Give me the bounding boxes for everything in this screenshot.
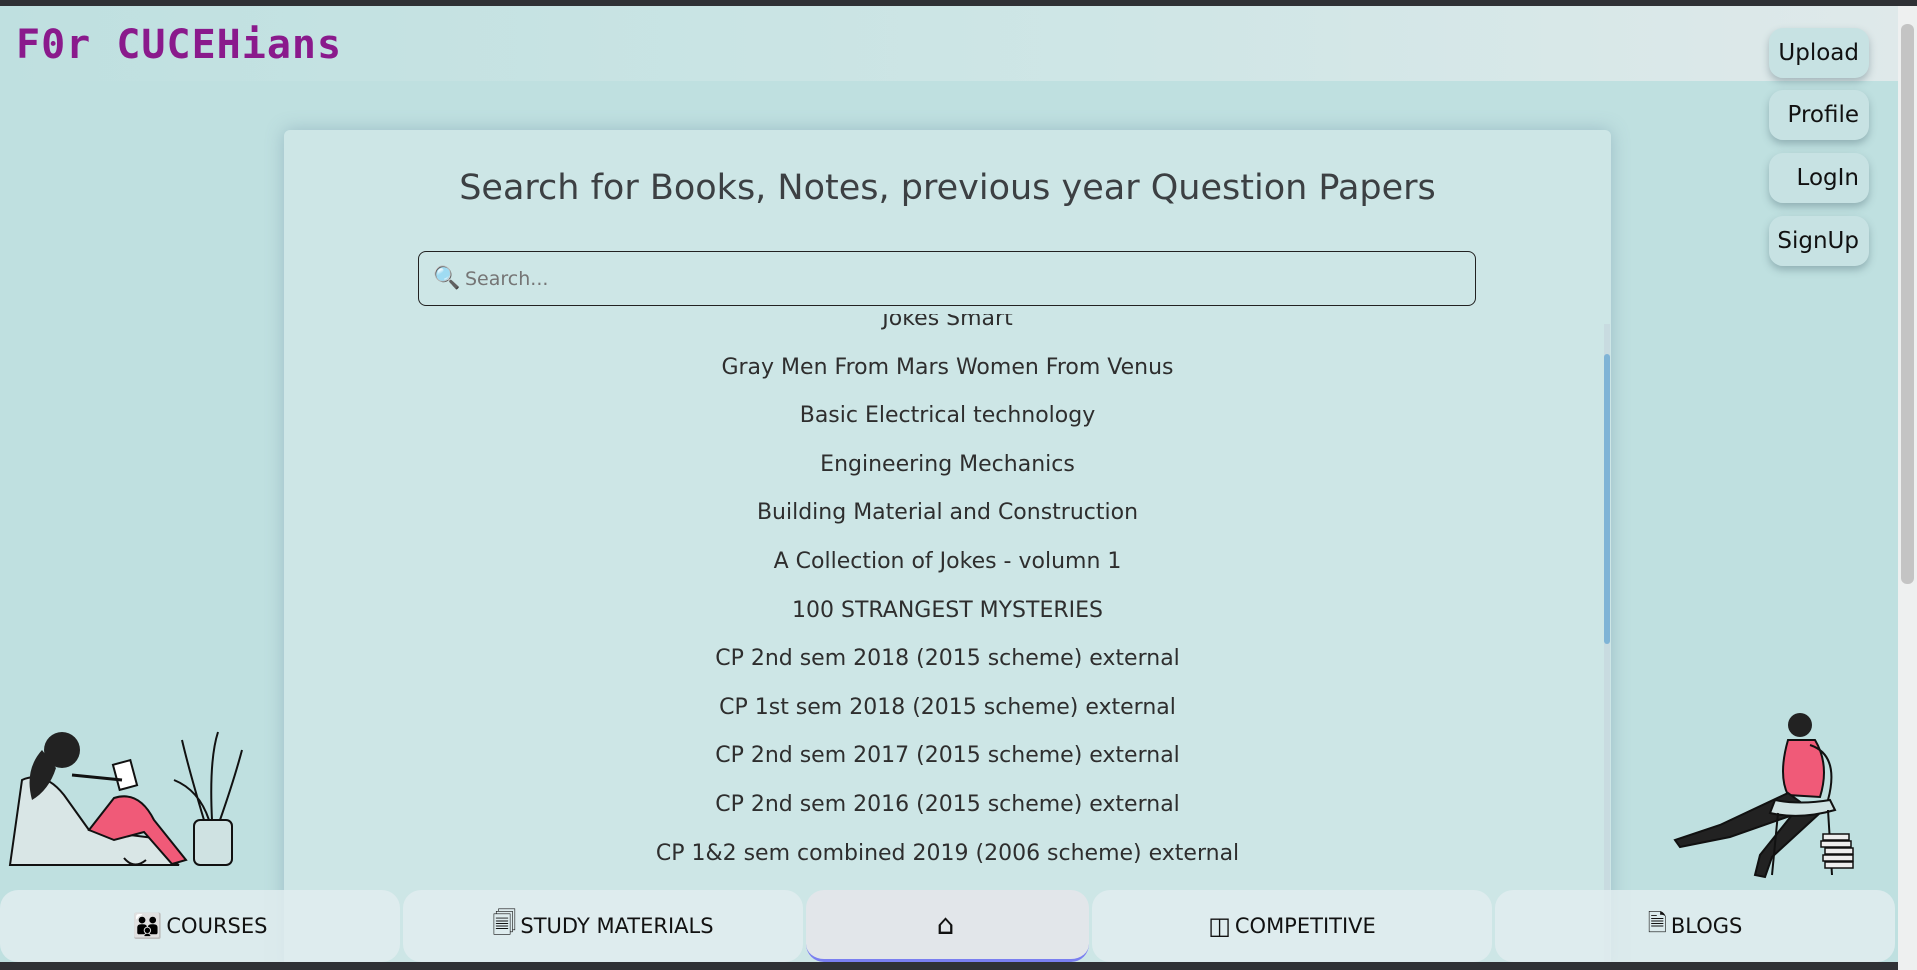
search-box[interactable]: 🔍 xyxy=(418,251,1476,306)
nav-study-materials[interactable]: 🗐 STUDY MATERIALS xyxy=(403,890,803,962)
results-list: Jokes Smart Gray Men From Mars Women Fro… xyxy=(284,314,1611,970)
reading-man-illustration xyxy=(1673,713,1854,879)
bottom-nav: 👪 COURSES 🗐 STUDY MATERIALS ⌂ ◫ COMPETIT… xyxy=(0,890,1898,970)
results-scroll-thumb[interactable] xyxy=(1604,354,1610,644)
upload-button[interactable]: Upload xyxy=(1769,28,1869,78)
list-item[interactable]: Building Material and Construction xyxy=(284,500,1611,525)
list-item[interactable]: Engineering Mechanics xyxy=(284,452,1611,477)
browser-bottom-border xyxy=(0,962,1898,970)
list-item[interactable]: CP 2nd sem 2016 (2015 scheme) external xyxy=(284,792,1611,817)
nav-blogs[interactable]: 🗎 BLOGS xyxy=(1495,890,1895,962)
site-logo[interactable]: F0r CUCEHians xyxy=(16,22,342,68)
signup-button[interactable]: SignUp xyxy=(1769,216,1869,266)
page-scrollbar[interactable] xyxy=(1898,6,1917,970)
search-icon: 🔍 xyxy=(433,266,461,291)
nav-courses-label: COURSES xyxy=(166,914,268,938)
list-item[interactable]: A Collection of Jokes - volumn 1 xyxy=(284,549,1611,574)
teacher-board-icon: 👪 xyxy=(132,912,163,940)
list-item[interactable]: Gray Men From Mars Women From Venus xyxy=(284,355,1611,380)
page-scroll-thumb[interactable] xyxy=(1901,24,1914,584)
nav-competitive-label: COMPETITIVE xyxy=(1234,914,1376,938)
list-item[interactable]: 100 STRANGEST MYSTERIES xyxy=(284,598,1611,623)
list-item[interactable]: CP 1&2 sem combined 2019 (2006 scheme) e… xyxy=(284,841,1611,866)
list-item[interactable]: CP 1st sem 2018 (2015 scheme) external xyxy=(284,695,1611,720)
page-title: Search for Books, Notes, previous year Q… xyxy=(459,168,1436,208)
results-scrollbar[interactable] xyxy=(1604,324,1610,970)
list-item[interactable]: Jokes Smart xyxy=(284,314,1611,331)
home-icon: ⌂ xyxy=(936,908,955,941)
list-item[interactable]: CP 2nd sem 2017 (2015 scheme) external xyxy=(284,743,1611,768)
document-icon: 🗎 xyxy=(1647,908,1667,937)
nav-study-label: STUDY MATERIALS xyxy=(520,914,714,938)
nav-courses[interactable]: 👪 COURSES xyxy=(0,890,400,962)
header: F0r CUCEHians xyxy=(0,6,1898,81)
nav-competitive[interactable]: ◫ COMPETITIVE xyxy=(1092,890,1492,962)
code-window-icon: ◫ xyxy=(1208,912,1231,940)
profile-button[interactable]: Profile xyxy=(1769,90,1869,140)
nav-blogs-label: BLOGS xyxy=(1670,914,1743,938)
list-item[interactable]: Basic Electrical technology xyxy=(284,403,1611,428)
search-input[interactable] xyxy=(463,266,1447,291)
reading-woman-illustration xyxy=(8,731,243,866)
list-item[interactable]: CP 2nd sem 2018 (2015 scheme) external xyxy=(284,646,1611,671)
login-button[interactable]: LogIn xyxy=(1769,153,1869,203)
notes-icon: 🗐 xyxy=(492,908,517,937)
nav-home[interactable]: ⌂ xyxy=(806,890,1089,962)
search-card: Search for Books, Notes, previous year Q… xyxy=(284,130,1611,970)
